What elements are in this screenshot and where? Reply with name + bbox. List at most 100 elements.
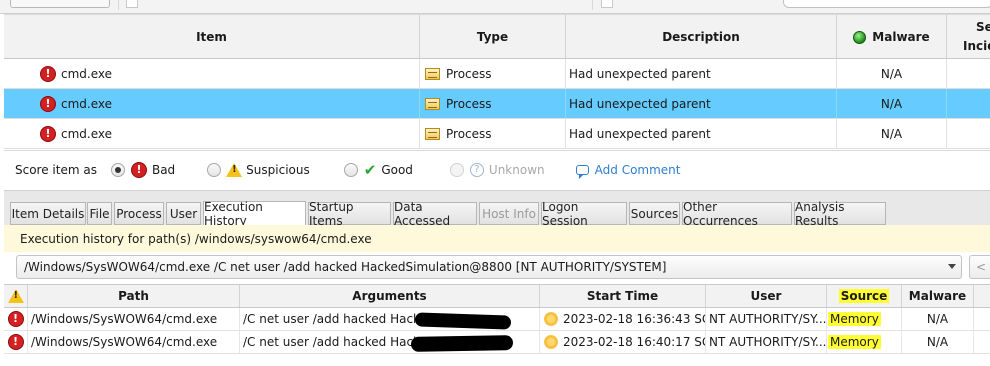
red-exclamation-icon: !: [40, 125, 56, 142]
process-icon: [425, 127, 440, 140]
column-header-warning[interactable]: [4, 285, 28, 307]
tab-label: Item Details: [11, 206, 85, 221]
item-type: Process: [446, 66, 492, 81]
score-unknown-label[interactable]: Unknown: [489, 163, 545, 177]
column-header-source[interactable]: Source: [827, 285, 902, 307]
table-header: Item Type Description Malware Se Incid: [4, 14, 990, 59]
selected-command: /Windows/SysWOW64/cmd.exe /C net user /a…: [24, 260, 667, 274]
comment-icon[interactable]: [575, 164, 589, 179]
user-cell: NT AUTHORITY/SY...: [709, 312, 827, 326]
header-label: Se: [976, 20, 990, 34]
item-description: Had unexpected parent: [569, 96, 711, 111]
tab-label: Execution History: [204, 199, 263, 228]
header-label: Item: [196, 30, 227, 44]
tab-label: Startup Items: [309, 199, 354, 228]
tab-sources[interactable]: Sources: [629, 202, 680, 225]
toolbar-divider: [118, 0, 119, 10]
tab-analysis-results[interactable]: Analysis Results: [794, 199, 886, 228]
execution-history-heading: Execution history for path(s) /windows/s…: [20, 231, 372, 246]
table-row-selected[interactable]: ! cmd.exe Process Had unexpected parent …: [4, 89, 990, 119]
tab-data-accessed[interactable]: Data Accessed: [393, 200, 477, 228]
chevron-down-icon: [948, 264, 956, 269]
tab-startup-items[interactable]: Startup Items: [308, 199, 391, 228]
command-select[interactable]: /Windows/SysWOW64/cmd.exe /C net user /a…: [16, 255, 962, 279]
table-row[interactable]: ! cmd.exe Process Had unexpected parent …: [4, 119, 990, 149]
header-label-highlighted: Source: [838, 289, 890, 303]
tab-execution-history[interactable]: Execution History: [203, 199, 306, 228]
column-header-malware[interactable]: Malware: [902, 285, 974, 307]
column-header-path[interactable]: Path: [28, 285, 240, 307]
path-cell: /Windows/SysWOW64/cmd.exe: [31, 335, 218, 349]
column-header-malware[interactable]: Malware: [837, 15, 947, 59]
header-label: Type: [476, 30, 509, 44]
tab-label: Other Occurrences: [683, 199, 758, 228]
red-exclamation-icon: !: [40, 95, 56, 112]
tab-logon-session[interactable]: Logon Session: [541, 200, 627, 228]
column-header-description[interactable]: Description: [566, 15, 837, 59]
header-label: Incid: [963, 39, 990, 53]
warning-triangle-icon: [7, 289, 24, 303]
column-header-user[interactable]: User: [706, 285, 827, 307]
header-label: User: [750, 289, 782, 303]
table-header: Path Arguments Start Time User Source Ma…: [4, 285, 990, 308]
item-type: Process: [446, 96, 492, 111]
check-icon: ✔: [363, 160, 377, 179]
tab-label: Analysis Results: [795, 199, 845, 228]
search-input[interactable]: [783, 0, 990, 8]
path-cell: /Windows/SysWOW64/cmd.exe: [31, 312, 218, 326]
score-label: Score item as: [15, 162, 97, 177]
column-header-start-time[interactable]: Start Time: [540, 285, 706, 307]
header-label: Start Time: [586, 289, 659, 303]
tab-label: Process: [116, 206, 162, 221]
column-header-item[interactable]: Item: [4, 15, 420, 59]
user-cell: NT AUTHORITY/SY...: [709, 335, 827, 349]
score-item-bar: Score item as ! Bad Suspicious ✔ Good ? …: [4, 150, 990, 188]
toolbar-checkbox[interactable]: [601, 0, 613, 8]
score-suspicious-label[interactable]: Suspicious: [246, 163, 310, 177]
malware-cell: N/A: [926, 335, 949, 349]
table-row[interactable]: ! cmd.exe Process Had unexpected parent …: [4, 59, 990, 89]
tab-user[interactable]: User: [166, 202, 201, 225]
tab-host-info[interactable]: Host Info: [479, 202, 539, 225]
column-header-severity[interactable]: Se Incid: [947, 15, 990, 59]
tab-label: File: [89, 206, 110, 221]
toolbar-checkbox[interactable]: [126, 0, 138, 8]
arguments-cell: /C net user /add hacked Hacked: [243, 312, 435, 326]
red-exclamation-icon: !: [7, 334, 24, 350]
header-label: Malware: [908, 289, 967, 303]
top-toolbar: [0, 0, 990, 14]
column-header-arguments[interactable]: Arguments: [240, 285, 540, 307]
header-label: Description: [662, 30, 740, 44]
malware-status: N/A: [880, 126, 903, 141]
column-header-type[interactable]: Type: [420, 15, 566, 59]
score-bad-label[interactable]: Bad: [152, 163, 175, 177]
warning-triangle-icon: [226, 162, 243, 177]
back-button[interactable]: <: [969, 255, 990, 279]
tab-item-details[interactable]: Item Details: [10, 202, 86, 225]
malware-cell: N/A: [926, 312, 949, 326]
green-dot-icon: [853, 30, 867, 44]
execution-history-banner: Execution history for path(s) /windows/s…: [4, 225, 990, 252]
add-comment-link[interactable]: Add Comment: [595, 163, 681, 177]
process-icon: [425, 67, 440, 80]
tab-file[interactable]: File: [87, 202, 112, 225]
score-bad-radio[interactable]: [110, 162, 125, 177]
question-icon: ?: [469, 162, 484, 177]
toolbar-button[interactable]: [10, 0, 110, 8]
tab-process[interactable]: Process: [114, 202, 164, 225]
score-good-label[interactable]: Good: [381, 163, 413, 177]
suspicious-items-table: Item Type Description Malware Se Incid !…: [4, 14, 990, 149]
score-unknown-radio[interactable]: [449, 162, 464, 177]
tab-label: User: [169, 206, 198, 221]
item-description: Had unexpected parent: [569, 126, 711, 141]
detail-tabs: Item Details File Process User Execution…: [4, 190, 990, 228]
toolbar-divider: [592, 0, 593, 10]
start-time-cell: 2023-02-18 16:36:43 SGT: [563, 312, 706, 326]
score-good-radio[interactable]: [343, 162, 358, 177]
header-label: Arguments: [352, 289, 427, 303]
malware-status: N/A: [880, 66, 903, 81]
start-time-cell: 2023-02-18 16:40:17 SGT: [563, 335, 706, 349]
back-arrow-icon: <: [976, 260, 987, 274]
tab-other-occurrences[interactable]: Other Occurrences: [682, 199, 792, 228]
score-suspicious-radio[interactable]: [207, 162, 222, 177]
